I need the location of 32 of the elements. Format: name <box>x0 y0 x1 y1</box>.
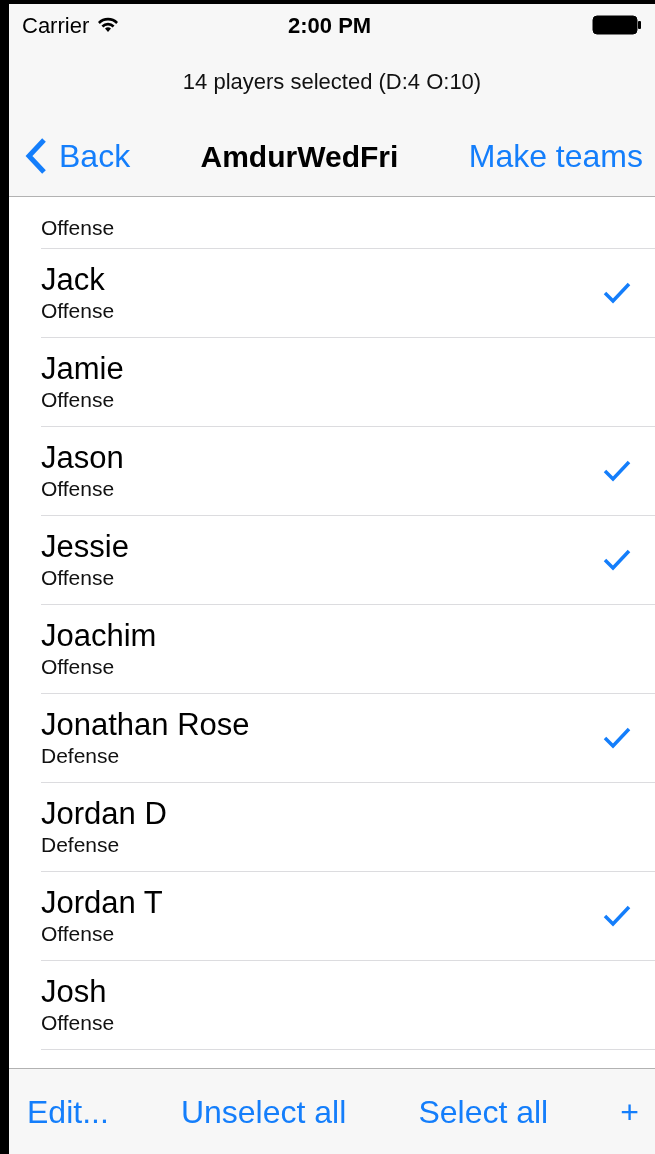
navigation-title: AmdurWedFri <box>200 138 399 175</box>
player-position: Offense <box>41 298 115 324</box>
toolbar-button[interactable]: Select all <box>418 1087 549 1136</box>
player-name: Jordan D <box>41 796 167 832</box>
toolbar-button[interactable]: Edit... <box>27 1087 109 1136</box>
back-button[interactable]: Back <box>25 132 131 180</box>
player-name: Josh <box>41 974 108 1010</box>
player-position: Offense <box>41 387 116 413</box>
player-position: Offense <box>41 1010 115 1036</box>
player-position: Defense <box>41 743 121 769</box>
selection-summary: 14 players selected (D:4 O:10) <box>182 67 482 96</box>
carrier-label: Carrier <box>22 11 90 40</box>
toolbar-button[interactable]: Unselect all <box>180 1087 347 1136</box>
player-name: Jack <box>41 262 106 298</box>
player-position: Defense <box>41 832 121 858</box>
player-position: Offense <box>41 476 116 502</box>
player-position: Offense <box>41 565 116 591</box>
player-position: Offense <box>41 654 116 680</box>
battery-icon <box>592 15 642 35</box>
player-position: Offense <box>41 215 115 241</box>
player-name: Joachim <box>41 618 157 654</box>
player-name: Jonathan Rose <box>41 707 250 743</box>
player-name: Jamie <box>41 351 124 387</box>
player-name: Jason <box>41 440 124 476</box>
player-name: Jordan T <box>41 885 163 921</box>
clock-label: 2:00 PM <box>288 11 372 40</box>
chevron-left-icon <box>25 137 47 175</box>
toolbar-button[interactable]: + <box>620 1087 639 1136</box>
player-position: Offense <box>41 921 116 947</box>
player-name: Jessie <box>41 529 129 565</box>
wifi-icon <box>97 17 120 33</box>
make-teams-button[interactable]: Make teams <box>468 132 643 180</box>
